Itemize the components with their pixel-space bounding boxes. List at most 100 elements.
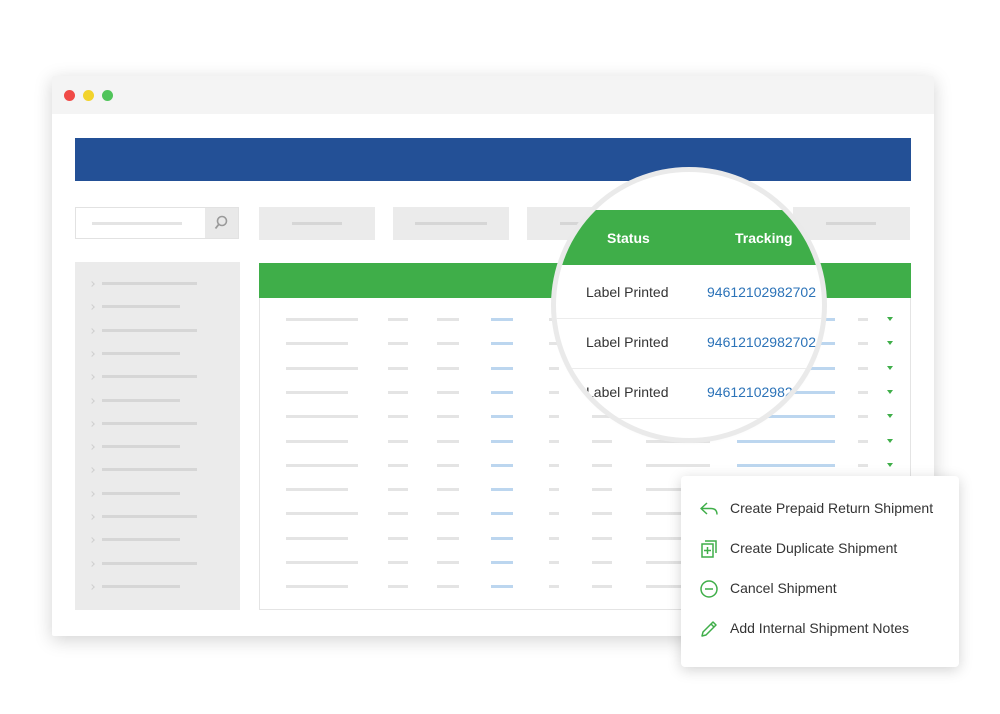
close-window-button[interactable] [64, 90, 75, 101]
status-column-header: Status [607, 230, 650, 246]
table-cell-placeholder [286, 585, 348, 589]
sidebar-item-placeholder [102, 584, 180, 588]
chevron-right-icon [89, 584, 95, 590]
table-cell-placeholder [286, 390, 348, 394]
table-cell-placeholder [491, 561, 513, 564]
table-cell-placeholder [437, 512, 459, 516]
table-cell-placeholder [437, 366, 459, 370]
minimize-window-button[interactable] [83, 90, 94, 101]
table-cell-placeholder [549, 439, 559, 443]
tracking-link[interactable]: 94612102982702 [707, 334, 816, 350]
filter-button-2[interactable] [393, 207, 509, 240]
table-cell-placeholder [549, 536, 559, 540]
table-cell-placeholder [437, 463, 459, 467]
table-cell-placeholder [549, 512, 559, 516]
menu-item-add-internal-notes[interactable]: Add Internal Shipment Notes [699, 617, 949, 641]
table-row[interactable]: Label Printed 94612102982702 [556, 268, 822, 319]
table-cell-placeholder [437, 585, 459, 589]
status-cell: Label Printed [586, 384, 669, 400]
table-cell-placeholder [858, 439, 868, 443]
chevron-right-icon [89, 537, 95, 544]
table-cell-placeholder [388, 561, 408, 564]
chevron-right-icon [89, 397, 95, 404]
sidebar-item-placeholder [102, 515, 197, 518]
return-arrow-icon [700, 502, 718, 515]
row-dropdown-caret-icon[interactable] [887, 341, 893, 346]
sidebar-item-placeholder [102, 351, 180, 355]
table-cell-placeholder [592, 585, 612, 589]
tracking-column-header: Tracking [735, 230, 793, 246]
sidebar-item-placeholder [102, 561, 197, 565]
filter-button-1[interactable] [259, 207, 375, 240]
cancel-icon [700, 580, 718, 598]
table-cell-placeholder [858, 342, 868, 346]
chevron-right-icon [89, 490, 95, 497]
magnifier-lens: Status Tracking Label Printed 9461210298… [556, 172, 822, 438]
row-dropdown-caret-icon[interactable] [887, 414, 893, 419]
sidebar-item-placeholder [102, 538, 180, 542]
tracking-link[interactable]: 94612102982702 [707, 284, 816, 300]
sidebar-item-placeholder [102, 421, 197, 425]
table-cell-placeholder [437, 318, 459, 321]
magnified-table-header: Status Tracking [556, 210, 822, 265]
table-row[interactable]: Label Printed 94612102982702 [556, 318, 822, 369]
sidebar-item-placeholder [102, 328, 197, 332]
menu-item-cancel-shipment[interactable]: Cancel Shipment [699, 577, 949, 601]
title-bar [52, 76, 934, 114]
table-cell-placeholder [286, 318, 358, 321]
table-cell-placeholder [388, 390, 408, 394]
shipment-context-menu: Create Prepaid Return Shipment Create Du… [681, 476, 959, 667]
table-cell-placeholder [437, 390, 459, 394]
status-cell: Label Printed [586, 334, 669, 350]
menu-item-label: Create Duplicate Shipment [730, 540, 898, 556]
table-cell-placeholder [437, 488, 459, 492]
sidebar-item-placeholder [102, 445, 180, 449]
table-cell-placeholder [437, 536, 459, 540]
sidebar-item-placeholder [102, 375, 197, 379]
table-cell-placeholder [437, 342, 459, 346]
chevron-right-icon [89, 467, 95, 474]
table-cell-placeholder [388, 488, 408, 492]
table-cell-placeholder [388, 512, 408, 516]
row-dropdown-caret-icon[interactable] [887, 462, 893, 467]
maximize-window-button[interactable] [102, 90, 113, 101]
search-placeholder [92, 222, 182, 225]
table-cell-placeholder [388, 366, 408, 370]
menu-item-label: Add Internal Shipment Notes [730, 620, 909, 636]
table-cell-placeholder [491, 415, 513, 419]
table-cell-placeholder [437, 415, 459, 419]
table-cell-placeholder [388, 342, 408, 346]
table-cell-placeholder [549, 561, 559, 564]
row-dropdown-caret-icon[interactable] [887, 389, 893, 394]
table-cell-placeholder [388, 463, 408, 467]
row-dropdown-caret-icon[interactable] [887, 365, 893, 370]
table-row[interactable]: Label Printed 94612102982702 [556, 368, 822, 419]
table-cell-placeholder [592, 536, 612, 540]
search-button[interactable] [205, 208, 238, 238]
chevron-right-icon [89, 560, 95, 567]
menu-item-label: Create Prepaid Return Shipment [730, 500, 934, 516]
table-cell-placeholder [286, 463, 358, 467]
table-cell-placeholder [491, 512, 513, 516]
chevron-right-icon [89, 351, 95, 357]
table-cell-placeholder [858, 415, 868, 419]
menu-item-create-prepaid-return[interactable]: Create Prepaid Return Shipment [699, 497, 949, 521]
table-cell-placeholder [858, 366, 868, 370]
tracking-link[interactable]: 94612102982702 [707, 384, 816, 400]
table-cell-placeholder [491, 536, 513, 540]
row-dropdown-caret-icon[interactable] [887, 438, 893, 443]
table-cell-placeholder [437, 561, 459, 564]
sidebar [75, 262, 240, 610]
chevron-right-icon [89, 420, 95, 427]
table-cell-placeholder [491, 390, 513, 394]
table-cell-placeholder [286, 439, 348, 443]
table-cell-placeholder [286, 366, 358, 370]
table-cell-placeholder [549, 585, 559, 589]
table-cell-placeholder [491, 585, 513, 589]
table-cell-placeholder [549, 488, 559, 492]
pencil-icon [701, 621, 717, 637]
menu-item-create-duplicate[interactable]: Create Duplicate Shipment [699, 537, 949, 561]
search-input[interactable] [75, 207, 239, 239]
row-dropdown-caret-icon[interactable] [887, 317, 893, 321]
table-cell-placeholder [491, 342, 513, 346]
